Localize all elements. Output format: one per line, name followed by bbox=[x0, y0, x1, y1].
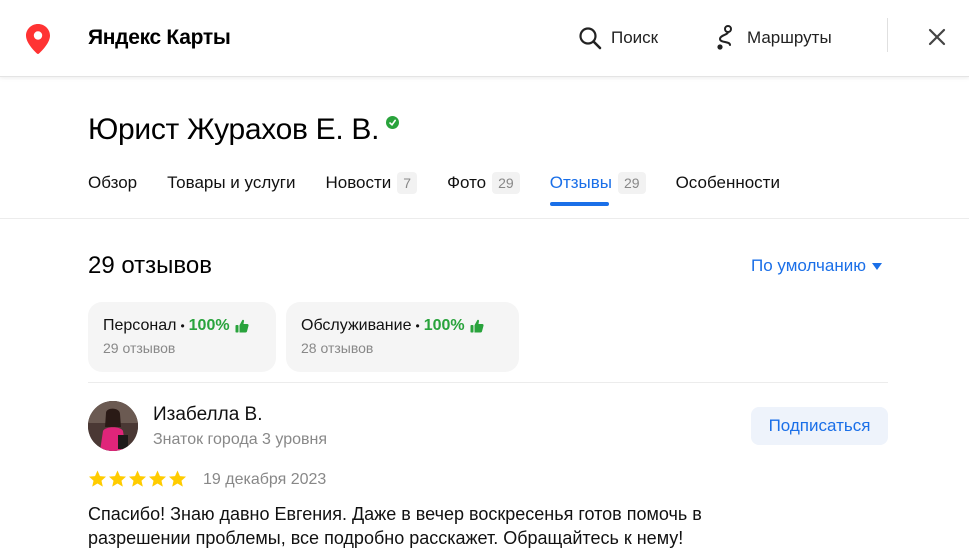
tab-label: Товары и услуги bbox=[167, 173, 296, 192]
tab-news[interactable]: Новости 7 bbox=[325, 170, 418, 210]
aspect-subtitle: 28 отзывов bbox=[301, 340, 374, 356]
star-icon bbox=[148, 470, 167, 487]
review-author-level: Знаток города 3 уровня bbox=[153, 431, 328, 448]
review-rating bbox=[88, 470, 188, 488]
aspect-chip-staff[interactable]: Персонал • 100% 29 отзывов bbox=[88, 302, 276, 372]
brand-title[interactable]: Яндекс Карты bbox=[88, 26, 231, 50]
routes-icon bbox=[717, 25, 732, 50]
thumbs-up-icon bbox=[470, 319, 484, 333]
top-bar: Яндекс Карты Поиск Маршруты bbox=[0, 0, 969, 77]
tab-count-badge: 7 bbox=[397, 172, 418, 194]
aspect-percent: 100% bbox=[423, 317, 465, 334]
tab-features[interactable]: Особенности bbox=[676, 170, 780, 210]
tab-label: Особенности bbox=[675, 173, 780, 192]
aspect-title: Персонал • 100% bbox=[103, 317, 261, 335]
aspect-chip-service[interactable]: Обслуживание • 100% 28 отзывов bbox=[286, 302, 519, 372]
tab-photos[interactable]: Фото 29 bbox=[447, 170, 520, 210]
tab-label: Обзор bbox=[88, 173, 138, 192]
subscribe-button[interactable]: Подписаться bbox=[751, 407, 888, 445]
aspect-subtitle: 29 отзывов bbox=[103, 340, 176, 356]
thumbs-up-icon bbox=[235, 319, 249, 333]
page-title: Юрист Журахов Е. В. bbox=[88, 113, 400, 147]
star-icon bbox=[88, 470, 107, 487]
search-label: Поиск bbox=[611, 28, 659, 47]
tab-count-badge: 29 bbox=[618, 172, 646, 194]
aspect-percent: 100% bbox=[188, 317, 230, 334]
star-icon bbox=[108, 470, 127, 487]
routes-label: Маршруты bbox=[747, 28, 832, 47]
avatar[interactable] bbox=[88, 401, 138, 451]
tab-reviews[interactable]: Отзывы 29 bbox=[549, 170, 646, 210]
review-text: Спасибо! Знаю давно Евгения. Даже в вече… bbox=[88, 504, 702, 548]
org-title: Юрист Журахов Е. В. bbox=[88, 113, 380, 146]
bullet-separator: • bbox=[180, 319, 185, 333]
reviews-count: 29 отзывов bbox=[88, 252, 213, 279]
routes-button[interactable]: Маршруты bbox=[714, 24, 832, 52]
bullet-separator: • bbox=[415, 319, 420, 333]
header-divider bbox=[887, 18, 888, 52]
review-date: 19 декабря 2023 bbox=[203, 471, 327, 488]
close-icon[interactable] bbox=[926, 26, 948, 48]
sort-dropdown[interactable]: По умолчанию bbox=[751, 256, 882, 276]
review-author[interactable]: Изабелла В. bbox=[153, 404, 263, 426]
sort-label: По умолчанию bbox=[751, 256, 866, 275]
verified-badge-icon[interactable] bbox=[386, 116, 400, 129]
tab-label: Фото bbox=[447, 173, 487, 192]
map-pin-logo-icon[interactable] bbox=[26, 24, 50, 54]
star-icon bbox=[128, 470, 147, 487]
tab-bar: Обзор Товары и услуги Новости 7 Фото 29 … bbox=[88, 170, 810, 210]
aspect-name: Персонал bbox=[103, 317, 177, 334]
search-button[interactable]: Поиск bbox=[578, 24, 658, 52]
tab-products[interactable]: Товары и услуги bbox=[167, 170, 295, 210]
tab-label: Отзывы bbox=[549, 173, 612, 192]
check-icon bbox=[389, 119, 397, 126]
section-divider bbox=[88, 382, 888, 383]
tab-label: Новости bbox=[325, 173, 392, 192]
tabs-divider bbox=[0, 218, 969, 219]
avatar-photo bbox=[88, 401, 138, 451]
tab-overview[interactable]: Обзор bbox=[88, 170, 137, 210]
search-icon bbox=[579, 27, 602, 50]
caret-down-icon bbox=[871, 262, 882, 270]
aspect-title: Обслуживание • 100% bbox=[301, 317, 504, 335]
tab-count-badge: 29 bbox=[492, 172, 520, 194]
aspect-name: Обслуживание bbox=[301, 317, 412, 334]
star-icon bbox=[168, 470, 187, 487]
